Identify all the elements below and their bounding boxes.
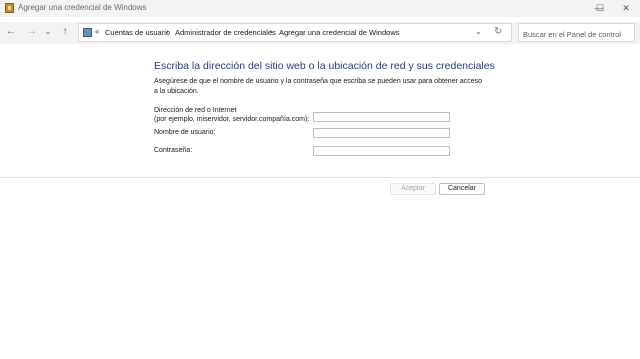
back-arrow-icon: ← [6, 26, 16, 37]
breadcrumb-separator-icon[interactable]: › [270, 27, 273, 36]
address-dropdown-icon[interactable]: ⌄ [475, 27, 482, 36]
breadcrumb-add-windows-credential[interactable]: Agregar una credencial de Windows [279, 28, 399, 37]
close-button[interactable]: ✕ [612, 0, 640, 17]
password-label: Contraseña: [154, 147, 193, 154]
credential-manager-icon [5, 3, 14, 13]
window-title: Agregar una credencial de Windows [18, 3, 147, 12]
username-input[interactable] [313, 128, 450, 138]
page-heading: Escriba la dirección del sitio web o la … [154, 60, 495, 72]
divider [0, 177, 640, 178]
maximize-icon: ☐ [595, 3, 605, 13]
intro-text: Asegúrese de que el nombre de usuario y … [154, 78, 483, 95]
breadcrumb-credential-manager[interactable]: Administrador de credenciales [175, 28, 276, 37]
search-input[interactable] [523, 27, 623, 42]
up-arrow-icon: ↑ [62, 26, 68, 37]
forward-arrow-icon: → [27, 26, 37, 37]
maximize-button[interactable]: ☐ [586, 0, 614, 17]
breadcrumb-separator-icon[interactable]: › [166, 27, 169, 36]
breadcrumb-overflow-icon[interactable]: « [95, 27, 99, 36]
back-button[interactable]: ← [4, 25, 18, 39]
search-box[interactable] [518, 23, 635, 42]
up-button[interactable]: ↑ [58, 25, 72, 39]
password-input[interactable] [313, 146, 450, 156]
breadcrumb-user-accounts[interactable]: Cuentas de usuario [105, 28, 170, 37]
address-label-line2: (por ejemplo, miservidor, servidor.compa… [154, 116, 310, 123]
cancel-button[interactable]: Cancelar [439, 183, 485, 195]
forward-button[interactable]: → [25, 25, 39, 39]
network-address-input[interactable] [313, 112, 450, 122]
username-label: Nombre de usuario: [154, 129, 216, 136]
control-panel-icon [83, 28, 92, 37]
navigation-bar: ← → ⌄ ↑ « Cuentas de usuario › Administr… [0, 22, 640, 44]
address-label-line1: Dirección de red o Internet [154, 107, 237, 114]
accept-button[interactable]: Aceptar [390, 183, 436, 195]
close-icon: ✕ [622, 3, 630, 13]
title-bar: Agregar una credencial de Windows — ✕ ☐ [0, 0, 640, 17]
address-bar[interactable]: « Cuentas de usuario › Administrador de … [78, 23, 512, 42]
recent-locations-button[interactable]: ⌄ [41, 25, 55, 39]
refresh-icon[interactable]: ↻ [494, 26, 502, 37]
chevron-down-icon: ⌄ [44, 27, 52, 36]
